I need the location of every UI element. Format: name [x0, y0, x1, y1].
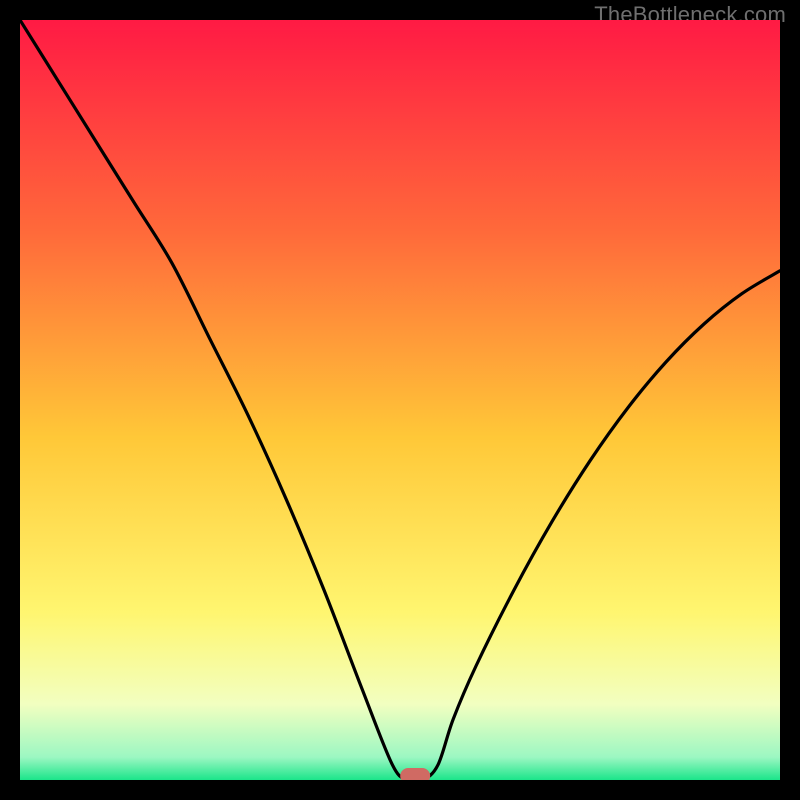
chart-frame: TheBottleneck.com [0, 0, 800, 800]
chart-plot [20, 20, 780, 780]
optimal-point-marker [400, 768, 430, 780]
chart-background [20, 20, 780, 780]
